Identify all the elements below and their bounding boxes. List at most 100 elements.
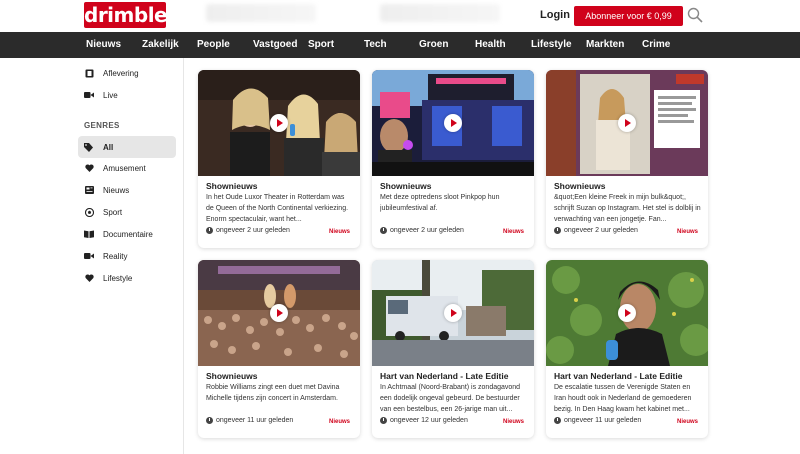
card-title: Shownieuws [380, 181, 432, 191]
play-icon[interactable] [444, 114, 462, 132]
nav-item-tech[interactable]: Tech [364, 39, 387, 50]
clock-icon [554, 227, 561, 234]
nav-item-health[interactable]: Health [475, 39, 506, 50]
card-description: De escalatie tussen de Verenigde Staten … [554, 384, 692, 413]
sidebar-item-documentaire[interactable]: Documentaire [84, 226, 153, 242]
video-thumbnail [198, 70, 360, 176]
video-card[interactable]: Shownieuws Met deze optredens sloot Pink… [372, 70, 534, 248]
sidebar-item-label: Lifestyle [103, 273, 133, 283]
card-description: Robbie Williams zingt een duet met Davin… [206, 384, 340, 402]
play-icon[interactable] [270, 114, 288, 132]
category-badge[interactable]: Nieuws [503, 419, 524, 425]
card-time: ongeveer 2 uur geleden [206, 227, 290, 234]
card-description: In Achtmaal (Noord-Brabant) is zondagavo… [380, 384, 521, 413]
sidebar-item-label: Documentaire [103, 229, 153, 239]
sidebar-item-nieuws[interactable]: Nieuws [84, 182, 129, 198]
sidebar-item-label: Sport [103, 207, 123, 217]
subscribe-button[interactable]: Abonneer voor € 0,99 /week [574, 6, 683, 41]
video-card[interactable]: Hart van Nederland - Late Editie In Acht… [372, 260, 534, 438]
card-time-text: ongeveer 11 uur geleden [564, 417, 642, 424]
sidebar-item-label: Live [103, 90, 118, 100]
nav-item-crime[interactable]: Crime [642, 39, 670, 50]
sidebar-item-live[interactable]: Live [84, 87, 118, 103]
nav-item-groen[interactable]: Groen [419, 39, 448, 50]
play-icon[interactable] [444, 304, 462, 322]
heart-icon [84, 273, 94, 283]
nav-item-vastgoed[interactable]: Vastgoed [253, 39, 297, 50]
sidebar-item-label: Aflevering [103, 68, 139, 78]
nav-item-nieuws[interactable]: Nieuws [86, 39, 121, 50]
category-badge[interactable]: Nieuws [677, 419, 698, 425]
sidebar-item-label: Nieuws [103, 185, 130, 195]
sidebar: Aflevering Live GENRES All Amusement Nie… [0, 58, 184, 454]
play-icon[interactable] [618, 304, 636, 322]
clock-icon [206, 417, 213, 424]
video-camera-icon [84, 251, 94, 261]
card-time-text: ongeveer 2 uur geleden [564, 227, 638, 234]
card-time-text: ongeveer 12 uur geleden [390, 417, 468, 424]
logo[interactable]: drimble [84, 2, 168, 28]
login-link[interactable]: Login [540, 9, 570, 21]
sidebar-item-label: Amusement [103, 163, 146, 173]
sidebar-item-label: All [103, 142, 114, 152]
clock-icon [554, 417, 561, 424]
video-thumbnail [546, 260, 708, 366]
nav-item-markten[interactable]: Markten [586, 39, 624, 50]
category-badge[interactable]: Nieuws [329, 229, 350, 235]
card-description: Met deze optredens sloot Pinkpop hun jub… [380, 194, 500, 212]
card-description: &quot;Een kleine Freek in mijn bulk&quot… [554, 194, 701, 223]
video-thumbnail [198, 260, 360, 366]
tags-icon [84, 142, 94, 152]
card-time: ongeveer 2 uur geleden [380, 227, 464, 234]
nav-item-lifestyle[interactable]: Lifestyle [531, 39, 572, 50]
sidebar-item-reality[interactable]: Reality [84, 248, 127, 264]
soccer-ball-icon [84, 207, 94, 217]
video-thumbnail [372, 70, 534, 176]
card-time: ongeveer 11 uur geleden [554, 417, 641, 424]
card-time: ongeveer 2 uur geleden [554, 227, 638, 234]
blurred-headline [206, 4, 316, 22]
sidebar-item-aflevering[interactable]: Aflevering [84, 65, 139, 81]
newspaper-icon [84, 185, 94, 195]
play-icon[interactable] [270, 304, 288, 322]
nav-item-sport[interactable]: Sport [308, 39, 334, 50]
video-card[interactable]: Hart van Nederland - Late Editie De esca… [546, 260, 708, 438]
card-title: Hart van Nederland - Late Editie [554, 371, 683, 381]
nav-item-zakelijk[interactable]: Zakelijk [142, 39, 179, 50]
card-title: Shownieuws [206, 181, 258, 191]
card-title: Shownieuws [554, 181, 606, 191]
card-title: Hart van Nederland - Late Editie [380, 371, 509, 381]
card-time-text: ongeveer 11 uur geleden [216, 417, 294, 424]
sidebar-item-all[interactable]: All [78, 136, 176, 158]
sidebar-item-amusement[interactable]: Amusement [84, 160, 146, 176]
sidebar-item-sport[interactable]: Sport [84, 204, 122, 220]
heart-icon [84, 163, 94, 173]
video-camera-icon [84, 90, 94, 100]
card-time: ongeveer 11 uur geleden [206, 417, 293, 424]
search-icon[interactable] [687, 7, 703, 23]
book-icon [84, 229, 94, 239]
clock-icon [206, 227, 213, 234]
video-card[interactable]: Shownieuws &quot;Een kleine Freek in mij… [546, 70, 708, 248]
video-thumbnail [546, 70, 708, 176]
genres-title: GENRES [84, 121, 120, 130]
category-badge[interactable]: Nieuws [329, 419, 350, 425]
sidebar-item-lifestyle[interactable]: Lifestyle [84, 270, 132, 286]
top-bar: drimble Login Abonneer voor € 0,99 /week [0, 0, 800, 41]
blurred-headline [380, 4, 500, 22]
clock-icon [380, 227, 387, 234]
category-badge[interactable]: Nieuws [503, 229, 524, 235]
clock-icon [380, 417, 387, 424]
video-card[interactable]: Shownieuws Robbie Williams zingt een due… [198, 260, 360, 438]
sidebar-item-label: Reality [103, 251, 128, 261]
main-nav: Nieuws Zakelijk People Vastgoed Sport Te… [0, 32, 800, 58]
card-description: In het Oude Luxor Theater in Rotterdam w… [206, 194, 349, 223]
category-badge[interactable]: Nieuws [677, 229, 698, 235]
nav-item-people[interactable]: People [197, 39, 230, 50]
card-time-text: ongeveer 2 uur geleden [216, 227, 290, 234]
play-icon[interactable] [618, 114, 636, 132]
card-title: Shownieuws [206, 371, 258, 381]
video-thumbnail [372, 260, 534, 366]
card-time-text: ongeveer 2 uur geleden [390, 227, 464, 234]
video-card[interactable]: Shownieuws In het Oude Luxor Theater in … [198, 70, 360, 248]
